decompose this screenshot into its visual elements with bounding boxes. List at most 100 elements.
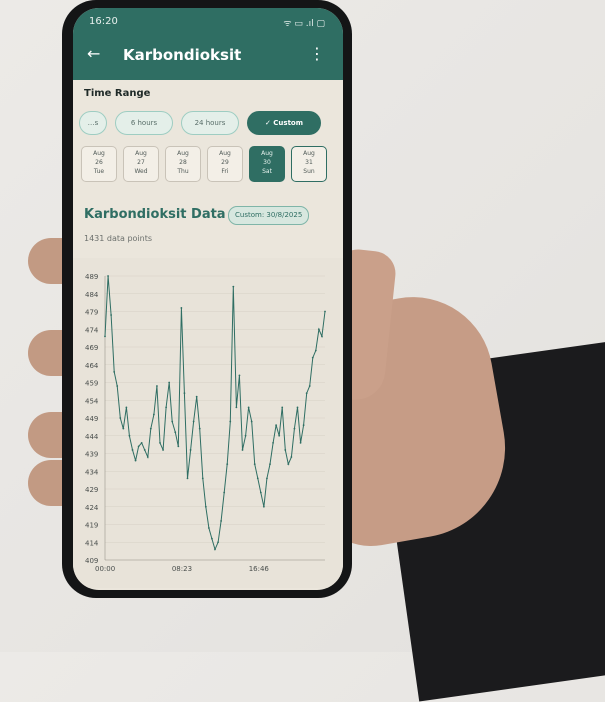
data-point bbox=[308, 385, 311, 387]
y-tick-label: 484 bbox=[85, 291, 99, 299]
data-point bbox=[266, 477, 268, 480]
status-icons: ᯤ ▭ .ıl ▢ bbox=[283, 19, 325, 29]
data-point bbox=[241, 449, 244, 451]
y-tick-label: 464 bbox=[85, 362, 99, 370]
y-tick-label: 444 bbox=[85, 433, 99, 441]
data-point bbox=[238, 374, 241, 377]
day-day: 27 bbox=[137, 159, 145, 166]
day-month: Aug bbox=[219, 150, 231, 157]
chip-24-hours[interactable]: 24 hours bbox=[181, 111, 239, 135]
data-point bbox=[278, 434, 281, 437]
data-point bbox=[171, 420, 174, 423]
data-point bbox=[122, 427, 125, 430]
day-card[interactable]: Aug 29 Fri bbox=[207, 146, 243, 182]
day-day: 26 bbox=[95, 159, 103, 166]
day-month: Aug bbox=[303, 150, 315, 157]
data-point bbox=[281, 406, 284, 409]
data-point bbox=[165, 406, 168, 409]
data-point bbox=[201, 477, 204, 480]
data-point bbox=[256, 477, 259, 480]
day-month: Aug bbox=[93, 150, 105, 157]
chip-custom[interactable]: ✓ Custom bbox=[247, 111, 321, 135]
day-card[interactable]: Aug 31 Sun bbox=[291, 146, 327, 182]
data-point bbox=[302, 424, 305, 426]
data-point bbox=[253, 463, 256, 466]
day-day: 31 bbox=[305, 159, 313, 166]
data-point bbox=[113, 370, 116, 373]
y-tick-label: 434 bbox=[85, 468, 99, 476]
day-card[interactable]: Aug 27 Wed bbox=[123, 146, 159, 182]
data-point bbox=[110, 314, 113, 316]
y-tick-label: 439 bbox=[85, 451, 98, 459]
data-point bbox=[159, 441, 161, 444]
data-point bbox=[311, 356, 314, 359]
data-point bbox=[143, 449, 146, 451]
app-bar: 16:20 ᯤ ▭ .ıl ▢ ← Karbondioksit ⋮ bbox=[73, 8, 343, 80]
day-card[interactable]: Aug 30 Sat bbox=[249, 146, 285, 182]
data-section-title: Karbondioksit Data bbox=[84, 207, 226, 222]
chip-6-hours[interactable]: 6 hours bbox=[115, 111, 173, 135]
data-point bbox=[284, 449, 287, 451]
data-point bbox=[232, 285, 235, 288]
data-point bbox=[189, 449, 192, 451]
data-point bbox=[244, 434, 247, 437]
day-weekday: Wed bbox=[134, 168, 148, 175]
data-point bbox=[134, 459, 137, 462]
data-point bbox=[220, 520, 223, 522]
day-day: 28 bbox=[179, 159, 187, 166]
y-tick-label: 409 bbox=[85, 557, 98, 565]
data-point bbox=[192, 420, 195, 423]
data-point bbox=[183, 392, 186, 395]
data-point bbox=[305, 392, 308, 395]
chip-range-short[interactable]: …s bbox=[79, 111, 107, 135]
data-point bbox=[104, 335, 106, 338]
phone-screen: 16:20 ᯤ ▭ .ıl ▢ ← Karbondioksit ⋮ Time R… bbox=[73, 8, 343, 590]
data-point bbox=[156, 385, 158, 387]
data-point bbox=[195, 395, 198, 398]
data-point bbox=[293, 427, 296, 430]
data-point bbox=[146, 456, 149, 458]
data-point bbox=[186, 477, 189, 480]
y-tick-label: 454 bbox=[85, 397, 99, 405]
data-point-count: 1431 data points bbox=[84, 234, 153, 243]
x-tick-label: 16:46 bbox=[249, 565, 270, 573]
status-time: 16:20 bbox=[89, 16, 118, 27]
data-point bbox=[226, 463, 229, 466]
back-arrow-icon[interactable]: ← bbox=[87, 44, 100, 63]
page-title: Karbondioksit bbox=[123, 46, 242, 64]
y-tick-label: 414 bbox=[85, 539, 99, 547]
y-tick-label: 419 bbox=[85, 522, 98, 530]
day-card[interactable]: Aug 28 Thu bbox=[165, 146, 201, 182]
time-range-chips: …s 6 hours 24 hours ✓ Custom bbox=[79, 111, 343, 135]
y-tick-label: 489 bbox=[85, 273, 98, 281]
time-range-label: Time Range bbox=[84, 88, 151, 99]
chip-label: 6 hours bbox=[130, 119, 158, 127]
data-point bbox=[262, 505, 265, 508]
day-month: Aug bbox=[261, 150, 273, 157]
day-day: 30 bbox=[263, 159, 271, 166]
data-point bbox=[272, 441, 274, 444]
day-selector: Aug 26 Tue Aug 27 Wed Aug 28 Thu Aug 29 Fri Aug 30 Sat… bbox=[79, 146, 343, 182]
day-month: Aug bbox=[135, 150, 147, 157]
x-tick-label: 00:00 bbox=[95, 565, 115, 573]
y-tick-label: 479 bbox=[85, 309, 98, 317]
data-point bbox=[269, 463, 271, 466]
day-weekday: Thu bbox=[177, 168, 189, 175]
data-point bbox=[128, 434, 131, 437]
co2-chart: 409 414 419 424 429 434 439 444 449 454 459 464 469 4… bbox=[73, 258, 343, 588]
y-tick-label: 474 bbox=[85, 326, 99, 334]
x-tick-label: 08:23 bbox=[172, 565, 192, 573]
data-point bbox=[149, 427, 152, 430]
chip-label: 24 hours bbox=[194, 119, 226, 127]
data-point bbox=[137, 445, 140, 448]
data-point bbox=[290, 456, 293, 458]
data-point bbox=[250, 420, 253, 423]
data-point bbox=[259, 491, 262, 494]
more-options-icon[interactable]: ⋮ bbox=[309, 44, 325, 63]
day-card[interactable]: Aug 26 Tue bbox=[81, 146, 117, 182]
day-day: 29 bbox=[221, 159, 229, 166]
day-weekday: Sat bbox=[262, 168, 272, 175]
y-tick-label: 429 bbox=[85, 486, 98, 494]
day-weekday: Tue bbox=[93, 168, 105, 175]
data-point bbox=[299, 441, 302, 444]
